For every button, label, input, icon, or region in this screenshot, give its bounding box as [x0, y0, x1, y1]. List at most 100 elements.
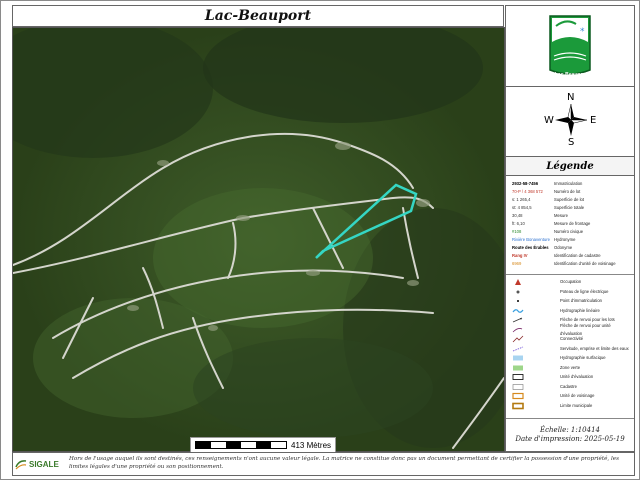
north-arrow: N S W E: [506, 88, 634, 152]
legend-symbol-row: Connectivité: [512, 335, 632, 343]
legend-sample: 6969: [512, 261, 522, 266]
legend-sample: ft: 6,10: [512, 221, 525, 226]
legend-symbol-row: Point d'immatriculation: [512, 297, 632, 305]
clearing: [127, 305, 139, 311]
compass-east-label: E: [590, 115, 597, 126]
evaluation-unit-icon: [512, 373, 524, 381]
clearing: [416, 199, 430, 207]
clearing: [157, 160, 169, 166]
sigale-brand: SIGALE: [29, 459, 59, 469]
municipal-limit-icon: [512, 402, 524, 410]
legend-label: Mesure de frontage: [554, 221, 591, 226]
print-date: Date d'impression: 2025-05-19: [515, 435, 625, 443]
svg-text:*: *: [580, 27, 585, 37]
neighbourhood-unit-icon: [512, 392, 524, 400]
legend-symbol-label: Unité de voisinage: [560, 393, 595, 398]
clearing: [236, 215, 250, 221]
legend-symbol-label: Poteau de ligne électrique: [560, 288, 609, 294]
legend-sample: s: 1 265,4: [512, 197, 531, 202]
unit-reference-arrow-icon: [512, 326, 524, 334]
legend-sample: Rang IV: [512, 253, 528, 258]
forest-patch: [153, 188, 373, 328]
scale-bar-label: 413 Mètres: [291, 440, 332, 450]
aerial-map[interactable]: [12, 27, 505, 452]
legend-symbol-label: Occupation: [560, 279, 582, 284]
sigale-logo: SIGALE: [15, 456, 61, 472]
scale-bar: 413 Mètres: [190, 437, 337, 453]
legend-label: Superficie totale: [554, 205, 585, 210]
legend-symbol-row: Servitude, emprise et limite des eaux: [512, 345, 632, 353]
legend-symbol-row: Unité de voisinage: [512, 392, 632, 400]
legend-symbol-row: Cadastre: [512, 383, 632, 391]
compass-west-label: W: [544, 115, 554, 126]
legend-row: 6969 Identification d'unité de voisinage: [512, 260, 632, 268]
legend-symbol-label: Unité d'évaluation: [560, 374, 594, 379]
legend-symbol-row: Occupation: [512, 278, 632, 286]
logo-text: Lac-Beauport: [554, 72, 588, 78]
legend-label: Identification de cadastre: [554, 253, 601, 258]
legend-symbol-row: Hydrographie surfacique: [512, 354, 632, 362]
legend-symbol-label: Hydrographie surfacique: [560, 355, 606, 360]
legend-row: s: 1 265,4 Superficie de lot: [512, 196, 632, 204]
legend-symbol-label: Cadastre: [560, 383, 577, 389]
compass-rose-icon: [555, 104, 587, 136]
footer: SIGALE Hors de l'usage auquel ils sont d…: [12, 452, 635, 476]
legend-sample: Route des Érables: [512, 245, 549, 250]
scale-info: Échelle: 1:10414 Date d'impression: 2025…: [506, 426, 634, 444]
legend-symbol-label: Servitude, emprise et limite des eaux: [560, 345, 629, 351]
sigale-logo-icon: [15, 460, 27, 470]
legal-disclaimer: Hors de l'usage auquel ils sont destinés…: [69, 456, 619, 470]
legend-row: Rang IV Identification de cadastre: [512, 252, 632, 260]
power-pole-icon: [512, 288, 524, 296]
servitude-icon: [512, 345, 524, 353]
green-zone-icon: [512, 364, 524, 372]
scale-ratio: Échelle: 1:10414: [540, 426, 600, 434]
legend-label: Mesure: [554, 213, 568, 218]
clearing: [306, 270, 320, 276]
legend-label: Identification d'unité de voisinage: [554, 261, 616, 266]
linear-hydrography-icon: [512, 307, 524, 315]
legend-title: Légende: [546, 160, 594, 172]
legend-label: Odonyme: [554, 245, 573, 250]
compass-south-label: S: [568, 137, 575, 148]
legend-symbol-row: Hydrographie linéaire: [512, 307, 632, 315]
legend-row: #108 Numéro civique: [512, 228, 632, 236]
legend-symbol-label: Hydrographie linéaire: [560, 307, 600, 313]
legend-label: Hydronyme: [554, 237, 576, 242]
legend-sample: 2932-58-7456: [512, 181, 539, 186]
cadastre-icon: [512, 383, 524, 391]
legend-sample: #108: [512, 229, 522, 234]
legend-sample: 70-P / 4 368 572: [512, 189, 543, 194]
legend-row: Route des Érables Odonyme: [512, 244, 632, 252]
connectivity-icon: [512, 335, 524, 343]
legend-heading: Légende: [506, 156, 634, 176]
logo-area: * Lac-Beauport: [506, 6, 634, 87]
legend-row: st: 4 854,5 Superficie totale: [512, 204, 632, 212]
legend-label: Superficie de lot: [554, 197, 585, 202]
title-bar: Lac-Beauport: [12, 5, 504, 27]
legend-sample: st: 4 854,5: [512, 205, 532, 210]
compass-north-label: N: [567, 92, 575, 103]
legend-divider: [506, 274, 634, 275]
occupation-triangle-icon: [512, 278, 524, 286]
legend-symbol-row: Limite municipale: [512, 402, 632, 410]
scale-bar-graphic: [195, 441, 287, 449]
legend-symbol-row: Poteau de ligne électrique: [512, 288, 632, 296]
legend-label: Numéro civique: [554, 229, 584, 234]
legend-symbol-label: Point d'immatriculation: [560, 298, 602, 303]
legend-row: 30,48 Mesure: [512, 212, 632, 220]
legend-symbol-label: Connectivité: [560, 336, 584, 341]
side-panel: * Lac-Beauport N S W E Légende 2932-58-7…: [505, 5, 635, 452]
legend-row: 70-P / 4 368 572 Numéro de lot: [512, 188, 632, 196]
legend-label: Immatriculation: [554, 181, 583, 186]
aerial-imagery: [13, 28, 504, 451]
surface-hydrography-icon: [512, 354, 524, 362]
map-title: Lac-Beauport: [204, 8, 312, 24]
legend-sample: Rivière Bonaventure: [512, 237, 550, 242]
legend-symbol-label: Limite municipale: [560, 402, 593, 408]
municipal-crest-icon: *: [549, 15, 591, 75]
legend-label: Numéro de lot: [554, 189, 581, 194]
clearing: [335, 142, 351, 150]
legend-symbol-label: Zone verte: [560, 364, 581, 370]
legend-row: 2932-58-7456 Immatriculation: [512, 180, 632, 188]
